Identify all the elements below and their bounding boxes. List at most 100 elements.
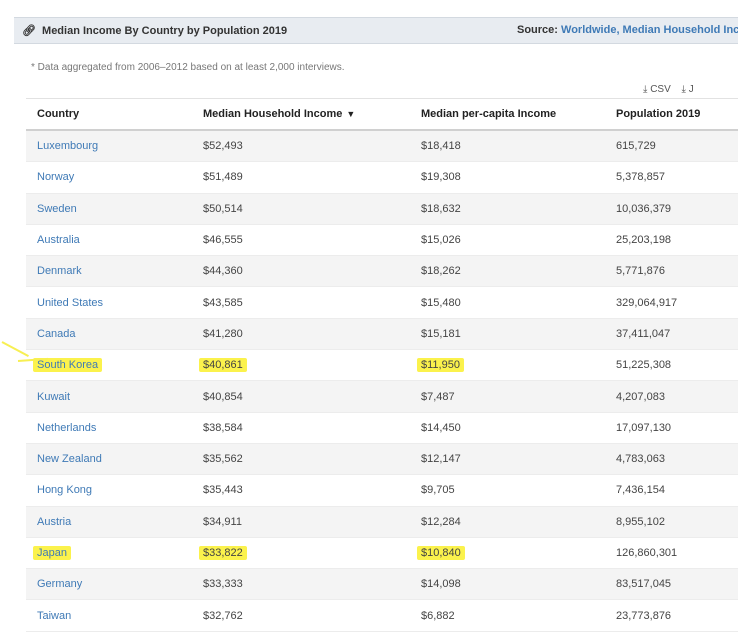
cell-population-text: 5,378,857 <box>616 171 665 184</box>
cell-per-capita-income-text: $14,098 <box>421 578 461 591</box>
cell-population: 51,225,308 <box>605 349 738 382</box>
cell-per-capita-income-text: $6,882 <box>421 609 455 622</box>
cell-country-text: Canada <box>37 327 76 340</box>
cell-country[interactable]: Netherlands <box>26 412 192 444</box>
cell-per-capita-income-text: $10,840 <box>417 546 465 560</box>
cell-country-text: Japan <box>33 546 71 560</box>
cell-country-text: Austria <box>37 515 72 528</box>
cell-per-capita-income-text: $11,950 <box>417 358 464 373</box>
table-row: Denmark $44,360 $18,262 5,771,876 <box>26 255 738 288</box>
cell-population: 615,729 <box>605 130 738 163</box>
cell-per-capita-income-text: $15,026 <box>421 234 461 247</box>
cell-country-text: Luxembourg <box>37 140 99 153</box>
table-row: Japan $33,822 $10,840 126,860,301 <box>26 537 738 570</box>
highlighter-stroke <box>1 341 29 357</box>
cell-country[interactable]: Denmark <box>26 255 192 288</box>
cell-household-income-text: $33,333 <box>203 578 243 591</box>
download-json-link[interactable]: ⤓ J <box>682 84 694 95</box>
table-row: Netherlands $38,584 $14,450 17,097,130 <box>26 412 738 444</box>
cell-per-capita-income: $10,840 <box>410 537 605 570</box>
cell-population: 7,436,154 <box>605 474 738 507</box>
cell-household-income: $46,555 <box>192 224 410 257</box>
cell-population: 126,860,301 <box>605 537 738 570</box>
download-icon: ⤓ <box>681 84 686 95</box>
cell-household-income: $41,280 <box>192 318 410 351</box>
cell-country[interactable]: New Zealand <box>26 443 192 476</box>
cell-per-capita-income-text: $9,705 <box>421 484 455 497</box>
cell-per-capita-income: $7,487 <box>410 380 605 413</box>
cell-country-text: Norway <box>37 171 75 184</box>
cell-country[interactable]: Norway <box>26 161 192 194</box>
table-row: Austria $34,911 $12,284 8,955,102 <box>26 506 738 538</box>
cell-per-capita-income-text: $15,480 <box>421 296 461 309</box>
table-row: Canada $41,280 $15,181 37,411,047 <box>26 318 738 351</box>
cell-population: 5,378,857 <box>605 161 738 194</box>
table-row: New Zealand $35,562 $12,147 4,783,063 <box>26 443 738 476</box>
cell-per-capita-income: $15,181 <box>410 318 605 351</box>
cell-per-capita-income: $14,098 <box>410 568 605 601</box>
cell-country-text: Hong Kong <box>37 484 93 497</box>
col-header-population-label: Population 2019 <box>616 108 701 120</box>
cell-household-income-text: $38,584 <box>203 421 243 434</box>
download-icon: ⤓ <box>643 84 648 95</box>
cell-country[interactable]: United States <box>26 286 192 319</box>
link-icon[interactable]: 🔗︎ <box>22 24 36 37</box>
cell-population-text: 37,411,047 <box>616 327 671 340</box>
cell-per-capita-income: $15,026 <box>410 224 605 257</box>
cell-country[interactable]: Canada <box>26 318 192 351</box>
table-body: Luxembourg $52,493 $18,418 615,729 Norway $51… <box>26 130 738 632</box>
table-row: Australia $46,555 $15,026 25,203,198 <box>26 224 738 257</box>
cell-country[interactable]: Germany <box>26 568 192 601</box>
cell-per-capita-income-text: $7,487 <box>421 390 455 403</box>
cell-country-text: Netherlands <box>37 421 97 434</box>
col-header-per-capita-income[interactable]: Median per-capita Income <box>410 98 605 131</box>
table-row: Hong Kong $35,443 $9,705 7,436,154 <box>26 474 738 507</box>
cell-per-capita-income-text: $19,308 <box>421 171 461 184</box>
sort-down-icon[interactable]: ▼ <box>346 109 355 119</box>
table-row: South Korea $40,861 $11,950 51,225,308 <box>26 349 738 382</box>
table-header-row: Country Median Household Income ▼ Median … <box>26 98 738 131</box>
cell-population: 329,064,917 <box>605 286 738 319</box>
table-row: Kuwait $40,854 $7,487 4,207,083 <box>26 380 738 413</box>
cell-country-text: Sweden <box>37 202 77 215</box>
cell-population-text: 83,517,045 <box>616 578 672 591</box>
cell-population: 83,517,045 <box>605 568 738 601</box>
cell-country[interactable]: Luxembourg <box>26 130 192 163</box>
cell-per-capita-income: $19,308 <box>410 161 605 194</box>
cell-country[interactable]: Taiwan <box>26 599 192 632</box>
cell-per-capita-income: $9,705 <box>410 474 605 507</box>
cell-household-income: $35,443 <box>192 474 410 507</box>
cell-household-income-text: $35,562 <box>203 453 243 466</box>
col-header-population[interactable]: Population 2019 <box>605 98 738 131</box>
cell-population-text: 329,064,917 <box>616 296 678 309</box>
cell-population-text: 615,729 <box>616 140 656 153</box>
cell-country-text: Taiwan <box>37 609 72 622</box>
page-title-container: 🔗︎ Median Income By Country by Populatio… <box>22 24 287 37</box>
cell-per-capita-income-text: $18,418 <box>421 140 461 153</box>
cell-household-income: $43,585 <box>192 286 410 319</box>
cell-country[interactable]: Austria <box>26 506 192 538</box>
cell-household-income-text: $33,822 <box>199 546 247 560</box>
col-header-household-income[interactable]: Median Household Income ▼ <box>192 98 410 131</box>
data-note: * Data aggregated from 2006–2012 based o… <box>31 62 345 73</box>
cell-country[interactable]: Kuwait <box>26 380 192 413</box>
cell-household-income-text: $32,762 <box>203 609 243 622</box>
cell-per-capita-income-text: $12,284 <box>421 515 461 528</box>
cell-household-income-text: $50,514 <box>203 202 243 215</box>
cell-country[interactable]: Hong Kong <box>26 474 192 507</box>
cell-household-income-text: $52,493 <box>203 140 243 153</box>
source-link[interactable]: Worldwide, Median Household Income Abo <box>561 24 738 36</box>
cell-country[interactable]: Sweden <box>26 193 192 225</box>
source-container: Source: Worldwide, Median Household Inco… <box>517 24 738 36</box>
cell-per-capita-income: $12,284 <box>410 506 605 538</box>
cell-population-text: 8,955,102 <box>616 515 665 528</box>
cell-population: 37,411,047 <box>605 318 738 351</box>
col-header-country[interactable]: Country <box>26 98 192 131</box>
cell-country[interactable]: Japan <box>26 537 192 570</box>
cell-population: 8,955,102 <box>605 506 738 538</box>
cell-country[interactable]: South Korea <box>26 349 192 382</box>
cell-country[interactable]: Australia <box>26 224 192 257</box>
cell-country-text: Denmark <box>37 265 82 278</box>
download-csv-link[interactable]: ⤓ CSV <box>643 84 671 95</box>
cell-population: 10,036,379 <box>605 193 738 225</box>
